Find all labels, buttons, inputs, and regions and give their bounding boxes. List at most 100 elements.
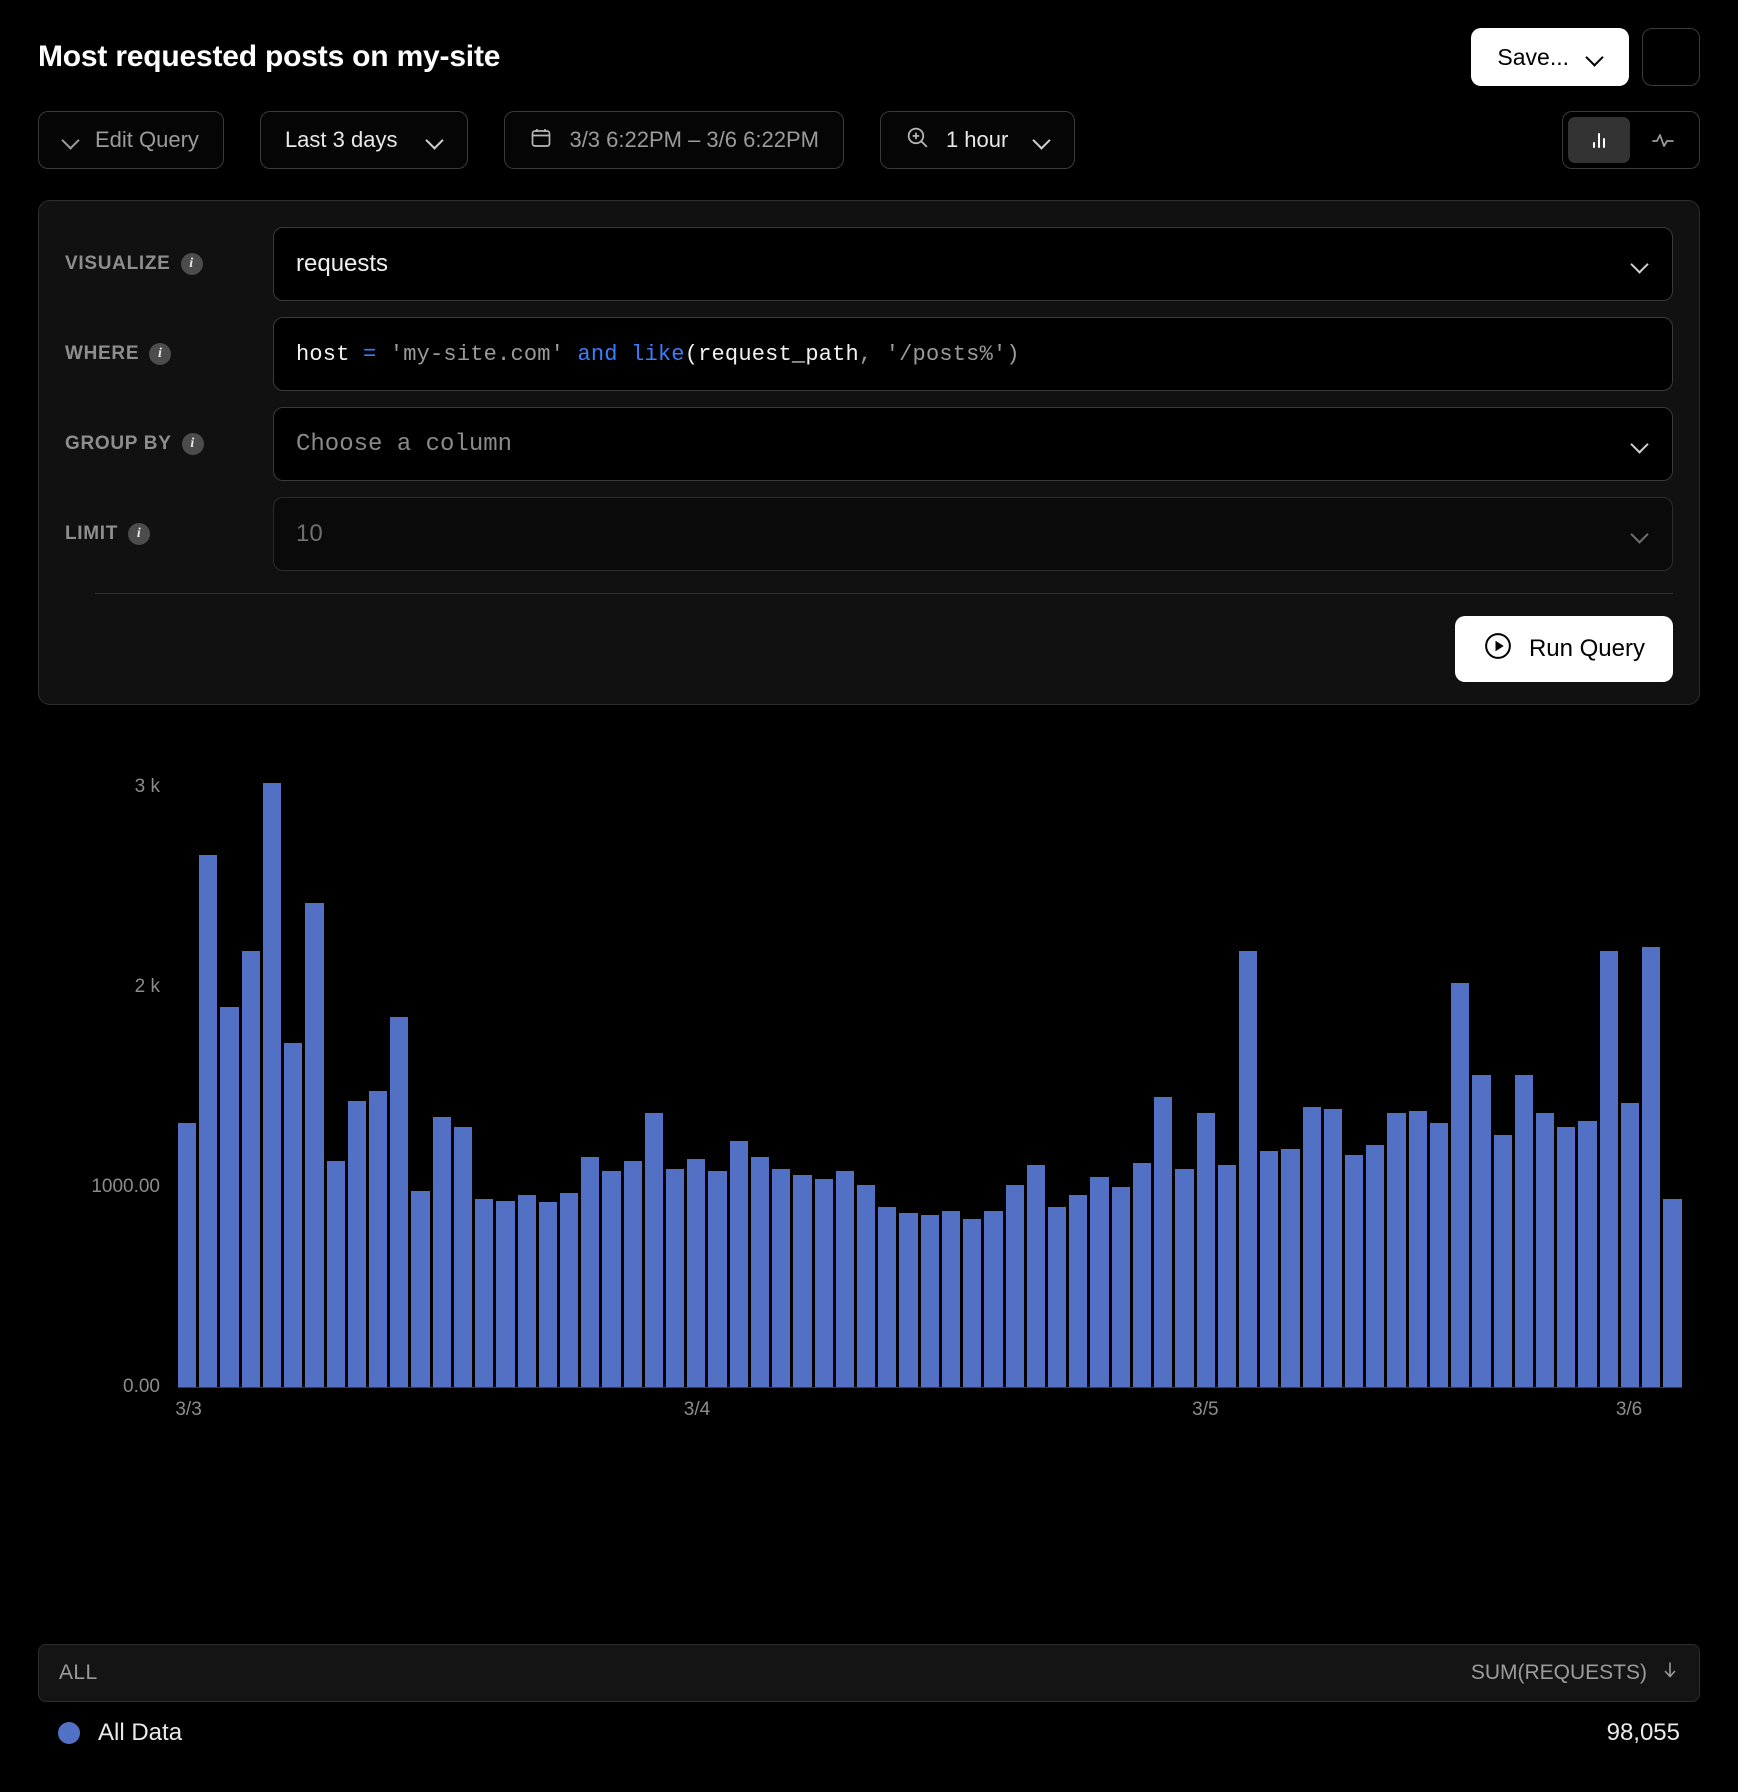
bar[interactable] <box>1387 1113 1405 1387</box>
bar[interactable] <box>751 1157 769 1387</box>
bar[interactable] <box>1281 1149 1299 1387</box>
bar[interactable] <box>899 1213 917 1387</box>
y-axis-tick: 2 k <box>135 976 160 998</box>
edit-query-button[interactable]: Edit Query <box>38 111 224 169</box>
bar[interactable] <box>645 1113 663 1387</box>
bar[interactable] <box>666 1169 684 1387</box>
bar[interactable] <box>242 951 260 1387</box>
bar[interactable] <box>1451 983 1469 1387</box>
bar[interactable] <box>263 783 281 1387</box>
bar[interactable] <box>305 903 323 1387</box>
bar[interactable] <box>433 1117 451 1387</box>
bar[interactable] <box>411 1191 429 1387</box>
bar[interactable] <box>496 1201 514 1387</box>
bar[interactable] <box>1048 1207 1066 1387</box>
chevron-down-icon <box>1587 49 1603 65</box>
info-icon[interactable]: i <box>181 253 203 275</box>
bar[interactable] <box>1621 1103 1639 1387</box>
header: Most requested posts on my-site Save... <box>38 0 1700 96</box>
bar[interactable] <box>1133 1163 1151 1387</box>
legend-row-value: 98,055 <box>1607 1719 1680 1747</box>
limit-placeholder: 10 <box>296 520 323 548</box>
bar[interactable] <box>921 1215 939 1387</box>
bar[interactable] <box>199 855 217 1387</box>
bar[interactable] <box>369 1091 387 1387</box>
bar[interactable] <box>1536 1113 1554 1387</box>
run-query-button[interactable]: Run Query <box>1455 616 1673 682</box>
bar[interactable] <box>220 1007 238 1387</box>
bar[interactable] <box>708 1171 726 1387</box>
bar[interactable] <box>1494 1135 1512 1387</box>
edit-query-label: Edit Query <box>95 127 199 153</box>
bar-series[interactable] <box>178 747 1682 1387</box>
bar[interactable] <box>963 1219 981 1387</box>
limit-select[interactable]: 10 <box>273 497 1673 571</box>
bar[interactable] <box>1345 1155 1363 1387</box>
x-axis-tick: 3/3 <box>175 1399 201 1421</box>
bar[interactable] <box>1218 1165 1236 1387</box>
bar[interactable] <box>1154 1097 1172 1387</box>
bar[interactable] <box>687 1159 705 1387</box>
bar[interactable] <box>327 1161 345 1387</box>
chart-type-line-button[interactable] <box>1632 117 1694 163</box>
bar[interactable] <box>878 1207 896 1387</box>
bar[interactable] <box>1578 1121 1596 1387</box>
legend-row[interactable]: All Data 98,055 <box>38 1702 1700 1764</box>
info-icon[interactable]: i <box>128 523 150 545</box>
chart-type-toggle <box>1562 111 1700 169</box>
bar[interactable] <box>1663 1199 1681 1387</box>
bar[interactable] <box>1006 1185 1024 1387</box>
bar[interactable] <box>793 1175 811 1387</box>
granularity-selector[interactable]: 1 hour <box>880 111 1075 169</box>
group-by-select[interactable]: Choose a column <box>273 407 1673 481</box>
bar[interactable] <box>284 1043 302 1387</box>
bar[interactable] <box>1366 1145 1384 1387</box>
bar[interactable] <box>1600 951 1618 1387</box>
bar[interactable] <box>1324 1109 1342 1387</box>
legend-metric-header[interactable]: SUM(REQUESTS) <box>1471 1660 1679 1686</box>
bar[interactable] <box>1557 1127 1575 1387</box>
info-icon[interactable]: i <box>149 343 171 365</box>
bar[interactable] <box>1303 1107 1321 1387</box>
visualize-select[interactable]: requests <box>273 227 1673 301</box>
bar[interactable] <box>1260 1151 1278 1387</box>
chart-type-bar-button[interactable] <box>1568 117 1630 163</box>
bar[interactable] <box>730 1141 748 1387</box>
bar[interactable] <box>815 1179 833 1387</box>
bar[interactable] <box>539 1202 557 1387</box>
save-button[interactable]: Save... <box>1471 28 1629 86</box>
bar[interactable] <box>1239 951 1257 1387</box>
bar[interactable] <box>772 1169 790 1387</box>
granularity-label: 1 hour <box>946 127 1008 153</box>
bar[interactable] <box>178 1123 196 1387</box>
bar[interactable] <box>581 1157 599 1387</box>
bar[interactable] <box>942 1211 960 1387</box>
bar[interactable] <box>602 1171 620 1387</box>
info-icon[interactable]: i <box>182 433 204 455</box>
bar[interactable] <box>1642 947 1660 1387</box>
bar[interactable] <box>1197 1113 1215 1387</box>
bar[interactable] <box>390 1017 408 1387</box>
bar[interactable] <box>1515 1075 1533 1387</box>
bar[interactable] <box>454 1127 472 1387</box>
bar[interactable] <box>1090 1177 1108 1387</box>
bar[interactable] <box>348 1101 366 1387</box>
bar[interactable] <box>1027 1165 1045 1387</box>
bar[interactable] <box>1069 1195 1087 1387</box>
bar[interactable] <box>984 1211 1002 1387</box>
bar[interactable] <box>1472 1075 1490 1387</box>
bar[interactable] <box>1175 1169 1193 1387</box>
bar[interactable] <box>560 1193 578 1387</box>
bar[interactable] <box>836 1171 854 1387</box>
more-options-button[interactable] <box>1642 28 1700 86</box>
bar[interactable] <box>475 1199 493 1387</box>
bar[interactable] <box>518 1195 536 1387</box>
where-input[interactable]: host = 'my-site.com' and like(request_pa… <box>273 317 1673 391</box>
bar[interactable] <box>624 1161 642 1387</box>
bar[interactable] <box>857 1185 875 1387</box>
bar[interactable] <box>1430 1123 1448 1387</box>
date-range-selector[interactable]: 3/3 6:22PM – 3/6 6:22PM <box>504 111 844 169</box>
bar[interactable] <box>1409 1111 1427 1387</box>
time-preset-selector[interactable]: Last 3 days <box>260 111 469 169</box>
bar[interactable] <box>1112 1187 1130 1387</box>
